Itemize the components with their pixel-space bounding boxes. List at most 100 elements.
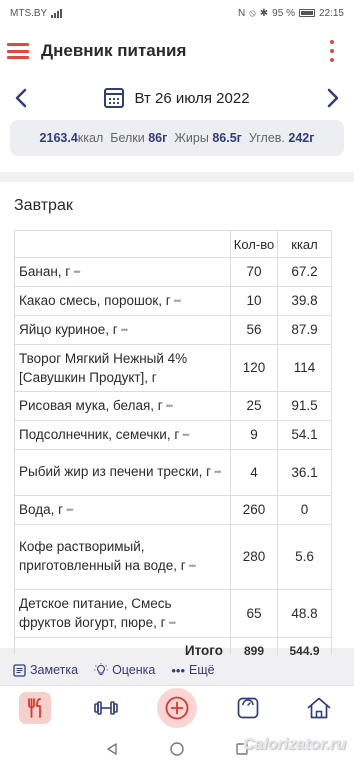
meal-table: Кол-во ккал Банан, г ••• 70 67.2 Какао см… (14, 230, 332, 665)
more-dots-icon[interactable]: ••• (189, 557, 197, 576)
table-row[interactable]: Вода, г ••• 260 0 (14, 494, 332, 525)
column-header-kcal: ккал (277, 230, 332, 258)
table-row[interactable]: Рыбий жир из печени трески, г ••• 4 36.1 (14, 448, 332, 496)
summary-protein: Белки 86г (110, 131, 168, 145)
more-label: Ещё (189, 663, 215, 677)
food-qty: 280 (230, 523, 278, 590)
previous-day-button[interactable] (10, 84, 32, 112)
food-kcal: 36.1 (277, 448, 332, 496)
food-qty: 70 (230, 257, 278, 287)
nfc-icon: N (238, 7, 246, 19)
battery-percent: 95 % (272, 7, 295, 19)
carrier-name: MTS.BY (10, 7, 48, 19)
food-name: Рыбий жир из печени трески, г (19, 464, 212, 480)
table-header-row: Кол-во ккал (14, 230, 332, 258)
table-row[interactable]: Рисовая мука, белая, г ••• 25 91.5 (14, 390, 332, 421)
more-dots-icon: ••• (171, 662, 186, 678)
page-title: Дневник питания (41, 41, 187, 60)
food-qty: 56 (230, 314, 278, 345)
hamburger-menu-icon[interactable] (7, 43, 29, 59)
more-dots-icon[interactable]: ••• (166, 397, 174, 416)
scale-icon (237, 697, 259, 719)
more-dots-icon[interactable]: ••• (182, 426, 190, 445)
table-row[interactable]: Творог Мягкий Нежный 4% [Савушкин Продук… (14, 343, 332, 392)
table-row[interactable]: Банан, г ••• 70 67.2 (14, 257, 332, 287)
food-kcal: 67.2 (277, 257, 332, 287)
food-qty: 65 (230, 588, 278, 638)
food-kcal: 0 (277, 494, 332, 525)
meal-card: Завтрак Кол-во ккал Банан, г ••• 70 67.2 … (0, 182, 354, 665)
more-dots-icon[interactable]: ••• (214, 463, 222, 482)
food-name: Рисовая мука, белая, г (19, 397, 163, 413)
more-button[interactable]: ••• Ещё (171, 663, 214, 678)
food-name: Детское питание, Смесь фруктов йогурт, п… (19, 595, 172, 630)
next-day-button[interactable] (322, 84, 344, 112)
food-name: Подсолнечник, семечки, г (19, 426, 180, 442)
more-dots-icon[interactable]: ••• (174, 292, 182, 311)
meal-actions: Заметка Оценка ••• Ещё (0, 655, 354, 685)
food-kcal: 48.8 (277, 588, 332, 638)
rating-button[interactable]: Оценка (94, 663, 155, 677)
food-name: Творог Мягкий Нежный 4% [Савушкин Продук… (19, 350, 188, 385)
status-bar: MTS.BY N ⦸ ✱ 95 % 22:15 (0, 0, 354, 26)
food-kcal: 54.1 (277, 419, 332, 450)
table-row[interactable]: Подсолнечник, семечки, г ••• 9 54.1 (14, 419, 332, 450)
meal-title: Завтрак (14, 197, 73, 214)
note-label: Заметка (30, 663, 79, 677)
silent-icon: ⦸ (249, 7, 256, 19)
food-qty: 4 (230, 448, 278, 496)
food-name: Какао смесь, порошок, г (19, 292, 171, 308)
bluetooth-icon: ✱ (259, 7, 269, 19)
nav-exercise-button[interactable] (84, 688, 128, 728)
lightbulb-icon (94, 663, 108, 676)
table-row[interactable]: Яйцо куриное, г ••• 56 87.9 (14, 314, 332, 345)
food-name: Яйцо куриное, г (19, 321, 118, 337)
more-dots-icon[interactable]: ••• (66, 501, 74, 520)
app-bar: Дневник питания (0, 26, 354, 76)
nav-weight-button[interactable] (226, 688, 270, 728)
table-row[interactable]: Детское питание, Смесь фруктов йогурт, п… (14, 588, 332, 638)
nav-add-button[interactable] (155, 688, 199, 728)
food-qty: 9 (230, 419, 278, 450)
note-icon (13, 663, 26, 677)
home-circle-icon[interactable] (169, 741, 185, 757)
clock: 22:15 (318, 7, 344, 19)
food-qty: 120 (230, 343, 278, 392)
signal-icon (51, 8, 63, 18)
date-navigation: Вт 26 июля 2022 (0, 76, 354, 120)
rating-label: Оценка (112, 663, 156, 677)
more-dots-icon[interactable]: ••• (121, 321, 129, 340)
column-header-qty: Кол-во (230, 230, 278, 258)
food-qty: 25 (230, 390, 278, 421)
food-kcal: 39.8 (277, 285, 332, 316)
food-kcal: 5.6 (277, 523, 332, 590)
current-date: Вт 26 июля 2022 (134, 89, 250, 107)
overflow-menu-icon[interactable] (322, 40, 342, 62)
watermark: Calorizator.ru (242, 736, 346, 753)
calendar-icon (104, 88, 125, 108)
column-header-name (14, 230, 231, 258)
food-kcal: 87.9 (277, 314, 332, 345)
more-dots-icon[interactable]: ••• (73, 263, 81, 282)
date-picker[interactable]: Вт 26 июля 2022 (104, 88, 250, 108)
more-dots-icon[interactable]: ••• (169, 614, 177, 633)
nav-diary-button[interactable] (13, 688, 57, 728)
add-circle-icon (156, 688, 197, 728)
food-name: Банан, г (19, 264, 71, 279)
chevron-left-icon (15, 88, 27, 108)
summary-fat: Жиры 86.5г (174, 131, 242, 145)
food-name: Кофе растворимый, приготовленный на воде… (19, 539, 186, 574)
food-name: Вода, г (19, 501, 64, 517)
table-row[interactable]: Какао смесь, порошок, г ••• 10 39.8 (14, 285, 332, 316)
status-right: N ⦸ ✱ 95 % 22:15 (238, 8, 344, 19)
food-qty: 10 (230, 285, 278, 316)
food-qty: 260 (230, 494, 278, 525)
bottom-navigation (0, 685, 354, 730)
food-kcal: 114 (277, 343, 332, 392)
back-triangle-icon[interactable] (105, 742, 119, 756)
carrier-area: MTS.BY (10, 8, 238, 19)
nav-home-button[interactable] (297, 688, 341, 728)
chevron-right-icon (327, 88, 339, 108)
table-row[interactable]: Кофе растворимый, приготовленный на воде… (14, 523, 332, 590)
note-button[interactable]: Заметка (13, 663, 78, 677)
